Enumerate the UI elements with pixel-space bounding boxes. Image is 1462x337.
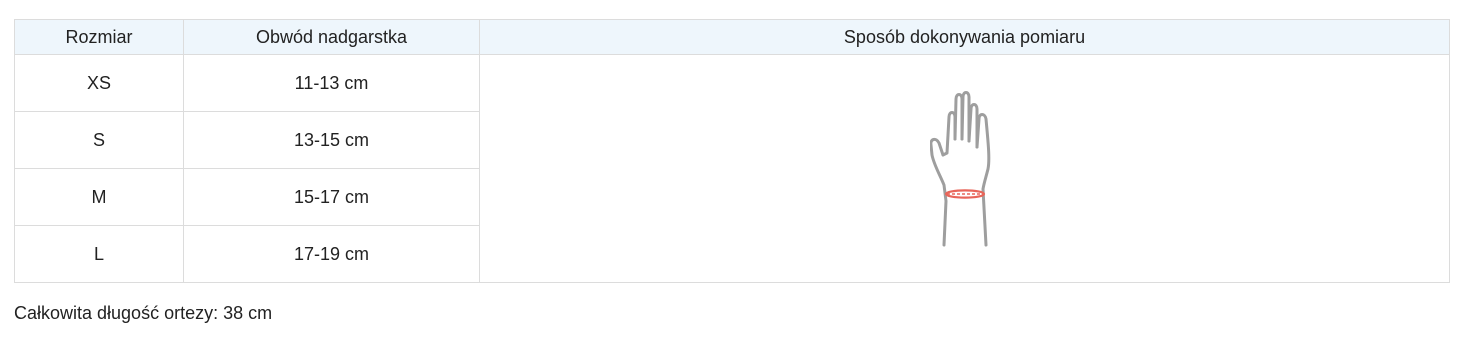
size-chart-table: Rozmiar Obwód nadgarstka Sposób dokonywa…: [14, 19, 1450, 283]
circumference-cell: 11-13 cm: [183, 54, 480, 112]
size-cell: XS: [14, 54, 184, 112]
total-length-note: Całkowita długość ortezy: 38 cm: [14, 303, 273, 323]
header-measurement-method: Sposób dokonywania pomiaru: [479, 19, 1450, 55]
table-header-row: Rozmiar Obwód nadgarstka Sposób dokonywa…: [14, 19, 1450, 55]
header-wrist-circumference: Obwód nadgarstka: [183, 19, 480, 55]
circumference-cell: 17-19 cm: [183, 225, 480, 283]
size-cell: L: [14, 225, 184, 283]
measurement-illustration-cell: [479, 54, 1450, 283]
header-size: Rozmiar: [14, 19, 184, 55]
circumference-cell: 13-15 cm: [183, 111, 480, 169]
size-cell: S: [14, 111, 184, 169]
size-cell: M: [14, 168, 184, 226]
wrist-measurement-icon: [929, 90, 990, 246]
table-row: XS 11-13 cm: [14, 54, 1450, 283]
circumference-cell: 15-17 cm: [183, 168, 480, 226]
